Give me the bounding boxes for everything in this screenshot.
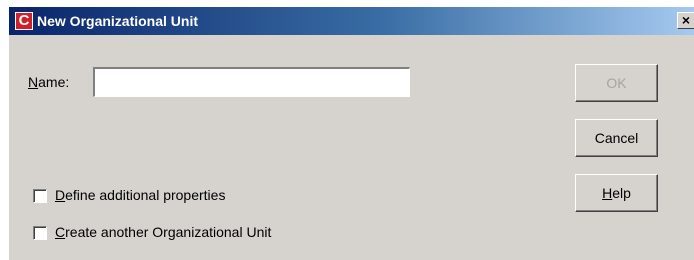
create-another-text: reate another Organizational Unit <box>65 224 272 240</box>
dialog-title: New Organizational Unit <box>37 13 199 29</box>
create-another-mnemonic: C <box>55 224 66 240</box>
close-icon: × <box>681 12 691 28</box>
help-button[interactable]: Help <box>575 174 658 212</box>
close-button[interactable]: × <box>677 12 694 29</box>
new-ou-dialog: C New Organizational Unit × Name: Define… <box>8 6 694 260</box>
cancel-button[interactable]: Cancel <box>575 119 658 157</box>
app-logo-icon: C <box>15 12 33 30</box>
define-properties-label[interactable]: Define additional properties <box>55 187 225 203</box>
define-properties-checkbox[interactable] <box>33 189 47 203</box>
define-properties-mnemonic: D <box>55 187 66 203</box>
help-text: elp <box>612 185 631 201</box>
name-input[interactable] <box>93 67 410 97</box>
define-properties-text: efine additional properties <box>65 187 226 203</box>
name-label-text: ame: <box>38 74 70 90</box>
name-label-mnemonic: N <box>28 74 39 90</box>
help-mnemonic: H <box>602 185 613 201</box>
create-another-label[interactable]: Create another Organizational Unit <box>55 224 271 240</box>
ok-button[interactable]: OK <box>575 64 658 102</box>
title-bar[interactable]: C New Organizational Unit × <box>9 7 694 35</box>
create-another-checkbox[interactable] <box>33 226 47 240</box>
name-label: Name: <box>28 74 69 90</box>
